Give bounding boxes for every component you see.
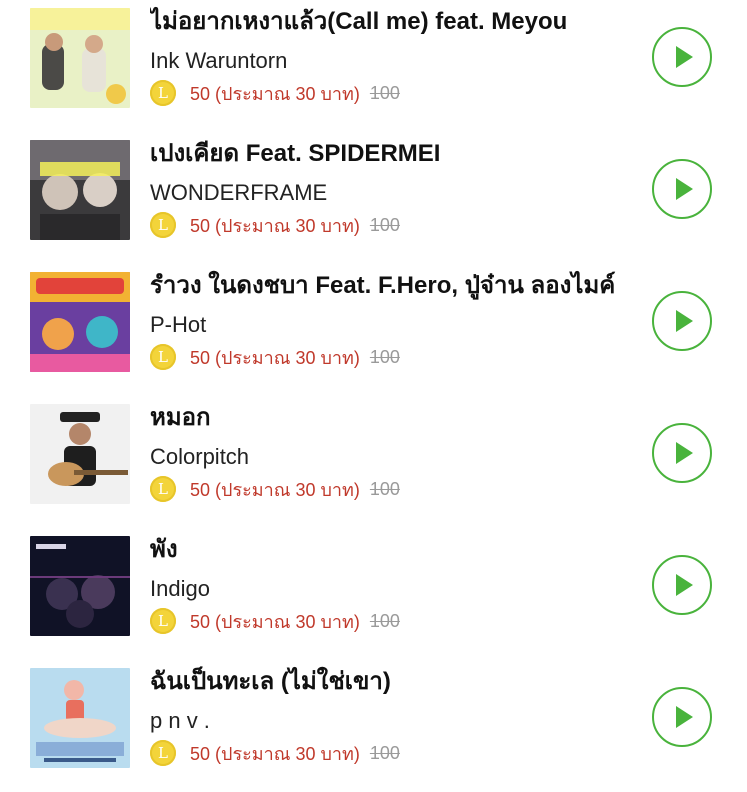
list-item[interactable]: พัง Indigo L 50 (ประมาณ 30 บาท) 100 xyxy=(0,528,747,660)
play-icon xyxy=(676,706,693,728)
play-button[interactable] xyxy=(652,555,712,615)
coin-icon: L xyxy=(150,608,176,634)
album-cover xyxy=(30,140,130,240)
album-cover xyxy=(30,272,130,372)
price-row: L 50 (ประมาณ 30 บาท) 100 xyxy=(150,210,400,240)
play-button[interactable] xyxy=(652,159,712,219)
album-cover xyxy=(30,404,130,504)
coin-icon: L xyxy=(150,476,176,502)
price-row: L 50 (ประมาณ 30 บาท) 100 xyxy=(150,78,400,108)
price-text: 50 (ประมาณ 30 บาท) xyxy=(190,347,360,368)
price-row: L 50 (ประมาณ 30 บาท) 100 xyxy=(150,606,400,636)
play-icon xyxy=(676,574,693,596)
play-button[interactable] xyxy=(652,291,712,351)
song-title: เปงเคียด Feat. SPIDERMEI xyxy=(150,140,441,167)
ringtone-list: ไม่อยากเหงาแล้ว(Call me) feat. Meyou Ink… xyxy=(0,0,747,775)
artist-name: p n v . xyxy=(150,708,210,733)
album-cover xyxy=(30,668,130,768)
list-item[interactable]: เปงเคียด Feat. SPIDERMEI WONDERFRAME L 5… xyxy=(0,132,747,264)
original-price: 100 xyxy=(369,346,400,367)
coin-icon: L xyxy=(150,80,176,106)
price-text: 50 (ประมาณ 30 บาท) xyxy=(190,215,360,236)
list-item[interactable]: รำวง ในดงชบา Feat. F.Hero, ปู่จ๋าน ลองไม… xyxy=(0,264,747,396)
original-price: 100 xyxy=(369,610,400,631)
original-price: 100 xyxy=(369,214,400,235)
artist-name: WONDERFRAME xyxy=(150,180,328,205)
list-item[interactable]: หมอก Colorpitch L 50 (ประมาณ 30 บาท) 100 xyxy=(0,396,747,528)
price-text: 50 (ประมาณ 30 บาท) xyxy=(190,611,360,632)
coin-icon: L xyxy=(150,344,176,370)
original-price: 100 xyxy=(369,478,400,499)
original-price: 100 xyxy=(369,742,400,763)
coin-icon: L xyxy=(150,740,176,766)
play-icon xyxy=(676,46,693,68)
coin-icon: L xyxy=(150,212,176,238)
play-button[interactable] xyxy=(652,687,712,747)
play-icon xyxy=(676,310,693,332)
play-icon xyxy=(676,442,693,464)
album-cover xyxy=(30,8,130,108)
original-price: 100 xyxy=(369,82,400,103)
play-icon xyxy=(676,178,693,200)
artist-name: Ink Waruntorn xyxy=(150,48,288,73)
price-text: 50 (ประมาณ 30 บาท) xyxy=(190,743,360,764)
price-text: 50 (ประมาณ 30 บาท) xyxy=(190,83,360,104)
play-button[interactable] xyxy=(652,423,712,483)
play-button[interactable] xyxy=(652,27,712,87)
song-title: หมอก xyxy=(150,404,211,431)
song-title: ฉันเป็นทะเล (ไม่ใช่เขา) xyxy=(150,668,391,695)
song-title: พัง xyxy=(150,536,178,563)
artist-name: P-Hot xyxy=(150,312,207,337)
list-item[interactable]: ไม่อยากเหงาแล้ว(Call me) feat. Meyou Ink… xyxy=(0,0,747,132)
song-title: รำวง ในดงชบา Feat. F.Hero, ปู่จ๋าน ลองไม… xyxy=(150,272,616,299)
price-row: L 50 (ประมาณ 30 บาท) 100 xyxy=(150,342,400,372)
price-row: L 50 (ประมาณ 30 บาท) 100 xyxy=(150,738,400,768)
album-cover xyxy=(30,536,130,636)
artist-name: Indigo xyxy=(150,576,210,601)
artist-name: Colorpitch xyxy=(150,444,250,469)
price-row: L 50 (ประมาณ 30 บาท) 100 xyxy=(150,474,400,504)
price-text: 50 (ประมาณ 30 บาท) xyxy=(190,479,360,500)
song-title: ไม่อยากเหงาแล้ว(Call me) feat. Meyou xyxy=(150,8,568,35)
list-item[interactable]: ฉันเป็นทะเล (ไม่ใช่เขา) p n v . L 50 (ปร… xyxy=(0,660,747,792)
